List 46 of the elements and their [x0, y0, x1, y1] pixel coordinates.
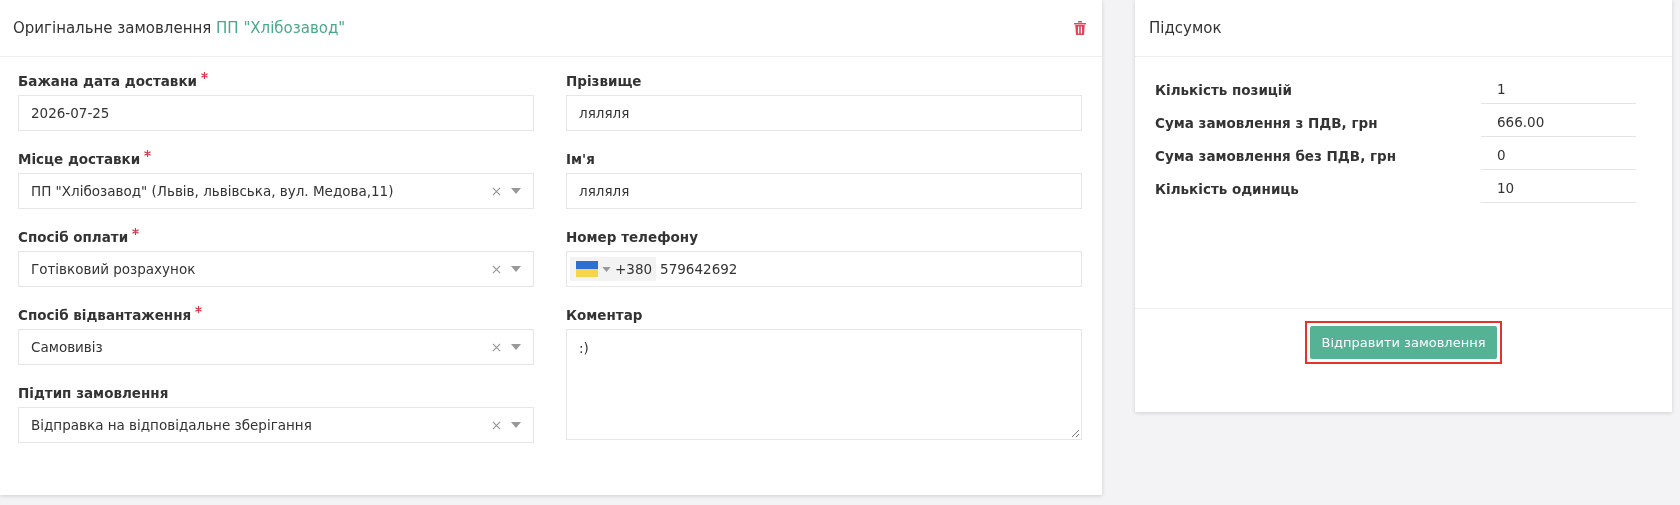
resize-grip-icon[interactable]: [1071, 429, 1079, 437]
asterisk-icon: [144, 150, 152, 157]
caret-icon: [511, 188, 521, 194]
summary-value: 1: [1481, 81, 1636, 104]
input-field[interactable]: 2026-07-25: [18, 95, 534, 131]
input-field[interactable]: ляляля: [566, 95, 1082, 131]
phone-field[interactable]: +380 579642692: [566, 251, 1082, 287]
card-title: Підсумок: [1149, 19, 1222, 37]
summary-value: 0: [1481, 147, 1636, 170]
caret-icon: [511, 422, 521, 428]
field-label: Спосіб оплати: [18, 229, 129, 247]
field-label: Ім'я: [566, 151, 595, 169]
summary-label: Сума замовлення з ПДВ, грн: [1155, 115, 1379, 133]
field-label: Підтип замовлення: [18, 385, 169, 403]
select-field[interactable]: ПП "Хлібозавод" (Львів, львівська, вул. Медова,11): [18, 173, 534, 209]
asterisk-icon: [132, 228, 140, 235]
flag-icon: [576, 261, 598, 277]
clear-icon[interactable]: [492, 186, 501, 196]
phone-number: 579642692: [660, 261, 738, 277]
clear-icon[interactable]: [492, 264, 501, 274]
summary-label: Сума замовлення без ПДВ, грн: [1155, 148, 1398, 166]
input-field[interactable]: ляляля: [566, 173, 1082, 209]
summary-label: Кількість позицій: [1155, 82, 1293, 100]
caret-icon: [511, 266, 521, 272]
field-label: Місце доставки: [18, 151, 141, 169]
select-field[interactable]: Відправка на відповідальне зберігання: [18, 407, 534, 443]
field-label: Коментар: [566, 307, 643, 325]
caret-icon: [511, 344, 521, 350]
clear-icon[interactable]: [492, 420, 501, 430]
summary-label: Кількість одиниць: [1155, 181, 1300, 199]
field-label: Бажана дата доставки: [18, 73, 197, 91]
clear-icon[interactable]: [492, 342, 501, 352]
summary-value: 10: [1481, 180, 1636, 203]
field-label: Прізвище: [566, 73, 642, 91]
field-label: Номер телефону: [566, 229, 698, 247]
country-code: +380: [615, 261, 653, 277]
caret-icon: [602, 266, 611, 272]
field-label: Спосіб відвантаження: [18, 307, 192, 325]
summary-value: 666.00: [1481, 114, 1636, 137]
select-field[interactable]: Самовивіз: [18, 329, 534, 365]
card-title: Оригінальне замовлення ПП "Хлібозавод": [13, 19, 346, 37]
asterisk-icon: [201, 72, 208, 79]
comment-field[interactable]: :): [566, 329, 1082, 440]
select-field[interactable]: Готівковий розрахунок: [18, 251, 534, 287]
trash-icon[interactable]: [1074, 21, 1086, 35]
asterisk-icon: [195, 306, 203, 313]
